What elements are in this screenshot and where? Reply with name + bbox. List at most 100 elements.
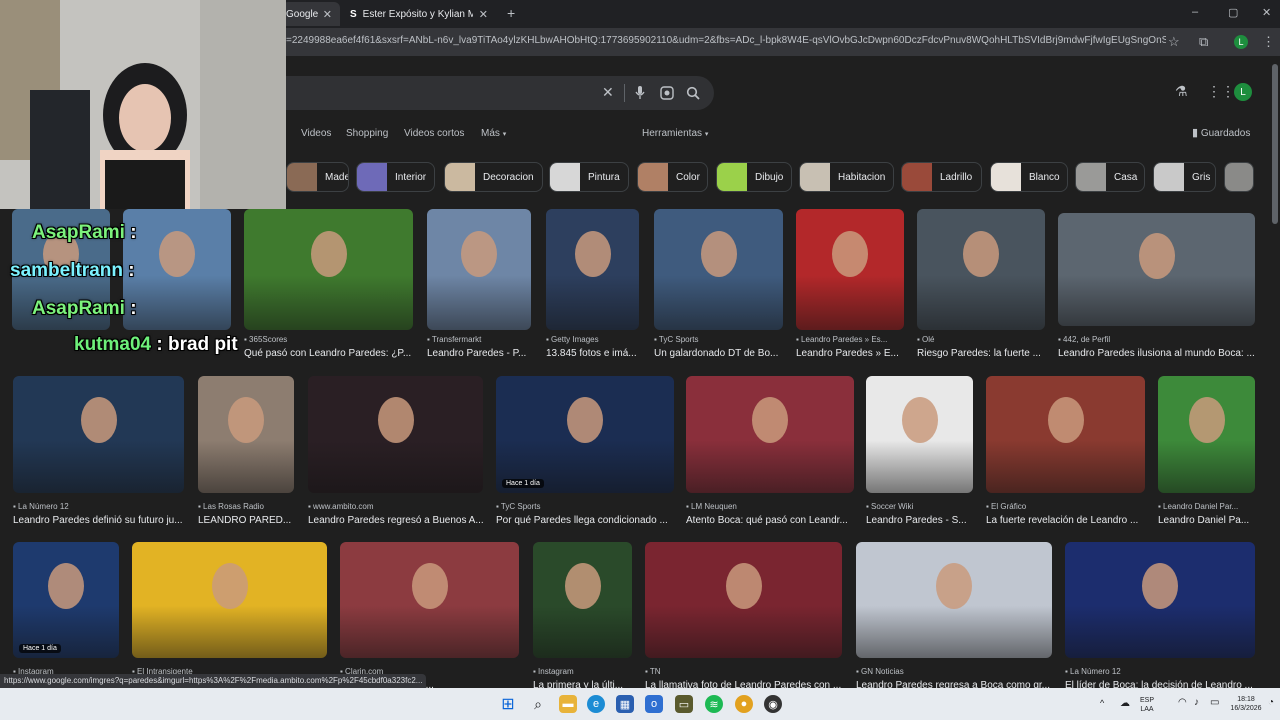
restore-button[interactable]: ▢ <box>1228 6 1238 19</box>
search-icon[interactable] <box>686 86 700 100</box>
related-chip[interactable]: Interior <box>356 162 435 192</box>
tab-short-videos[interactable]: Videos cortos <box>404 128 464 139</box>
result-source[interactable]: ▪ La Número 12 <box>1065 667 1255 676</box>
windows-start-icon[interactable]: ⊞ <box>499 695 517 713</box>
result-image[interactable] <box>132 542 327 658</box>
profile-avatar[interactable]: L <box>1234 35 1248 49</box>
tab-close-icon[interactable]: ✕ <box>479 8 488 21</box>
result-image[interactable] <box>123 209 231 330</box>
result-title[interactable]: Leandro Paredes ilusiona al mundo Boca: … <box>1058 348 1255 359</box>
tab-videos[interactable]: Videos <box>301 128 331 139</box>
result-image[interactable] <box>986 376 1145 493</box>
result-title[interactable]: 13.845 fotos e imá... <box>546 348 639 359</box>
result-image[interactable] <box>866 376 973 493</box>
outlook-icon[interactable]: o <box>645 695 663 713</box>
result-title[interactable]: LEANDRO PARED... <box>198 515 294 526</box>
result-title[interactable]: El líder de Boca: la decisión de Leandro… <box>1065 680 1255 688</box>
result-title[interactable]: Por qué Paredes llega condicionado ... <box>496 515 674 526</box>
result-source[interactable]: ▪ Las Rosas Radio <box>198 502 294 511</box>
result-source[interactable]: ▪ Getty Images <box>546 335 639 344</box>
minimize-button[interactable]: – <box>1192 6 1198 18</box>
labs-flask-icon[interactable]: ⚗ <box>1175 83 1188 100</box>
result-image[interactable] <box>645 542 842 658</box>
volume-icon[interactable]: ♪ <box>1194 698 1199 708</box>
google-account-avatar[interactable]: L <box>1234 83 1252 101</box>
scrollbar-thumb[interactable] <box>1272 64 1278 224</box>
result-source[interactable]: ▪ Instagram <box>533 667 632 676</box>
page-scrollbar[interactable] <box>1270 56 1280 688</box>
related-chip[interactable]: Habitacion <box>799 162 894 192</box>
result-image[interactable] <box>244 209 413 330</box>
taskbar-search-icon[interactable]: ⌕ <box>529 695 547 713</box>
result-title[interactable]: La fuerte revelación de Leandro ... <box>986 515 1145 526</box>
result-image[interactable] <box>1058 213 1255 326</box>
battery-icon[interactable]: ▭ <box>1210 698 1219 708</box>
result-source[interactable]: ▪ Leandro Paredes » Es... <box>796 335 904 344</box>
spotify-icon[interactable]: ≋ <box>705 695 723 713</box>
saved-button[interactable]: ▮ Guardados <box>1192 126 1250 139</box>
tray-overflow-chevron-icon[interactable]: ^ <box>1100 699 1104 708</box>
related-chip[interactable]: Blanco <box>990 162 1068 192</box>
result-image[interactable] <box>198 376 294 493</box>
clock[interactable]: 18:18 16/3/2026 <box>1226 695 1266 713</box>
extensions-icon[interactable]: ⧉ <box>1199 34 1208 50</box>
result-source[interactable]: ▪ La Número 12 <box>13 502 184 511</box>
result-source[interactable]: ▪ LM Neuquen <box>686 502 854 511</box>
store-icon[interactable]: ▦ <box>616 695 634 713</box>
result-source[interactable]: ▪ www.ambito.com <box>308 502 483 511</box>
result-source[interactable]: ▪ Olé <box>917 335 1045 344</box>
result-title[interactable]: Leandro Paredes - P... <box>427 348 531 359</box>
result-image[interactable] <box>1065 542 1255 658</box>
wifi-icon[interactable]: ◠ <box>1178 698 1187 708</box>
edge-icon[interactable]: e <box>587 695 605 713</box>
result-title[interactable]: Atento Boca: qué pasó con Leandr... <box>686 515 854 526</box>
result-image[interactable] <box>686 376 854 493</box>
result-title[interactable]: La llamativa foto de Leandro Paredes con… <box>645 680 842 688</box>
result-image[interactable] <box>796 209 904 330</box>
search-box[interactable]: ✕ <box>286 76 714 110</box>
result-source[interactable]: ▪ El Gráfico <box>986 502 1145 511</box>
result-title[interactable]: Leandro Paredes definió su futuro ju... <box>13 515 184 526</box>
result-image[interactable]: Hace 1 día <box>13 542 119 658</box>
result-source[interactable]: ▪ 365Scores <box>244 335 413 344</box>
result-title[interactable]: Leandro Daniel Pa... <box>1158 515 1255 526</box>
result-title[interactable]: La primera y la últi... <box>533 680 632 688</box>
url-field[interactable]: =2249988ea6ef4f61&sxsrf=ANbL-n6v_lva9TiT… <box>286 35 1166 46</box>
result-source[interactable]: ▪ Transfermarkt <box>427 335 531 344</box>
result-title[interactable]: Qué pasó con Leandro Paredes: ¿P... <box>244 348 413 359</box>
related-chip[interactable]: Ladrillo <box>901 162 982 192</box>
related-chip[interactable]: Decoracion <box>444 162 543 192</box>
tools-button[interactable]: Herramientas ▾ <box>642 128 708 139</box>
menu-kebab-icon[interactable]: ⋮ <box>1262 34 1275 50</box>
result-image[interactable] <box>340 542 519 658</box>
result-source[interactable]: ▪ GN Noticias <box>856 667 1052 676</box>
new-tab-button[interactable]: + <box>507 5 515 21</box>
lens-search-icon[interactable] <box>660 86 674 100</box>
result-title[interactable]: Leandro Paredes regresó a Buenos A... <box>308 515 483 526</box>
related-chip[interactable]: Casa <box>1075 162 1145 192</box>
related-chip[interactable]: Dibujo <box>716 162 792 192</box>
tab-ester[interactable]: S Ester Expósito y Kylian Mbappé ✕ <box>344 2 496 26</box>
tab-google[interactable]: Google ✕ <box>282 2 340 26</box>
chrome-icon[interactable]: ● <box>735 695 753 713</box>
bookmark-star-icon[interactable]: ☆ <box>1168 34 1180 50</box>
result-image[interactable] <box>1158 376 1255 493</box>
related-chip[interactable]: Madera <box>286 162 349 192</box>
result-title[interactable]: Leandro Paredes regresa a Boca como gr..… <box>856 680 1052 688</box>
close-window-button[interactable]: ✕ <box>1262 6 1271 19</box>
result-source[interactable]: ▪ Soccer Wiki <box>866 502 973 511</box>
tab-close-icon[interactable]: ✕ <box>323 8 332 21</box>
result-title[interactable]: Un galardonado DT de Bo... <box>654 348 783 359</box>
result-image[interactable] <box>533 542 632 658</box>
app-icon[interactable]: ▭ <box>675 695 693 713</box>
keyboard-language[interactable]: ESP LAA <box>1135 696 1159 714</box>
notification-bell-icon[interactable]: ◔ <box>1268 698 1274 708</box>
clear-search-icon[interactable]: ✕ <box>602 84 614 101</box>
result-title[interactable]: Leandro Paredes » E... <box>796 348 904 359</box>
onedrive-icon[interactable]: ☁ <box>1120 699 1130 709</box>
apps-grid-icon[interactable]: ⋮⋮ <box>1207 83 1235 100</box>
result-image[interactable] <box>427 209 531 330</box>
result-image[interactable] <box>654 209 783 330</box>
tab-shopping[interactable]: Shopping <box>346 128 388 139</box>
result-image[interactable] <box>308 376 483 493</box>
